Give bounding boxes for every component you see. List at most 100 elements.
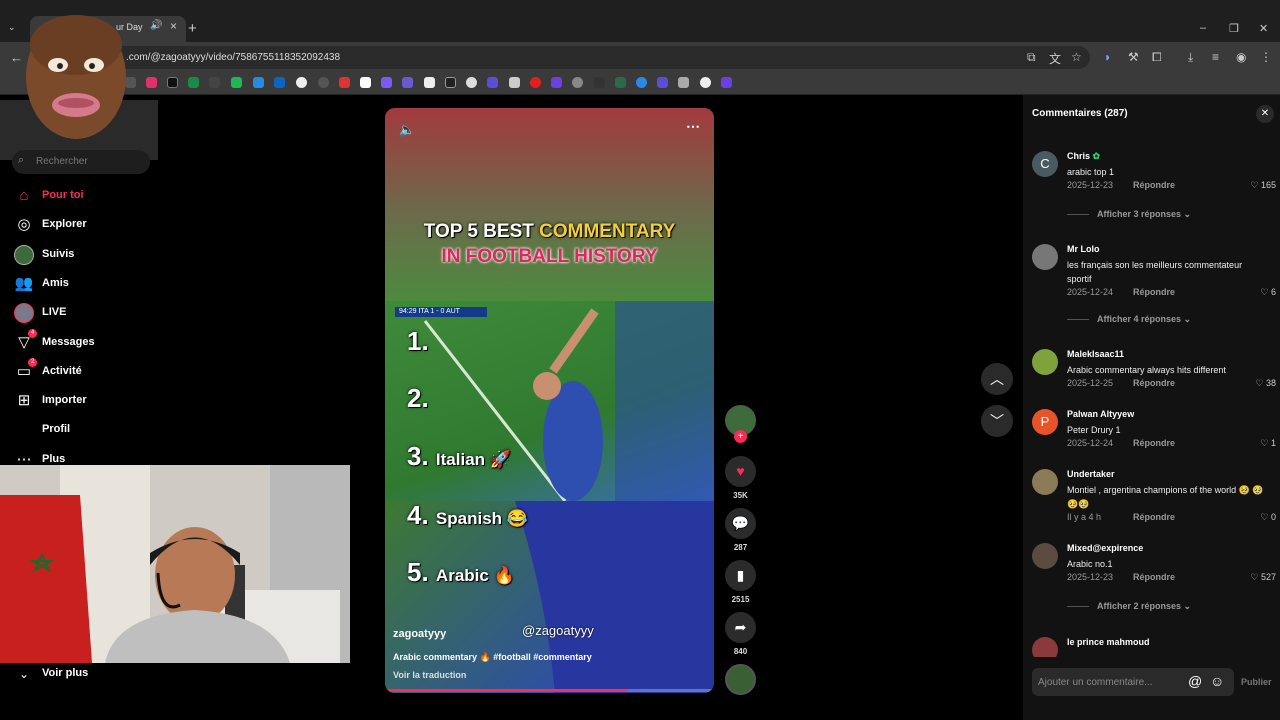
reply-button[interactable]: Répondre [1133, 287, 1175, 297]
extension-icon[interactable]: ⚒ [1128, 50, 1139, 64]
address-bar[interactable]: .com/@zagoatyyy/video/758675511835209243… [110, 46, 1090, 69]
sidebar-item-label: Explorer [42, 218, 87, 230]
tab-close-icon[interactable]: × [170, 19, 177, 33]
like-button[interactable]: ♥ 35K [725, 456, 756, 500]
follow-plus-icon[interactable]: + [734, 430, 747, 443]
reply-button[interactable]: Répondre [1133, 378, 1175, 388]
comment-like-button[interactable]: ♡ 1 [1260, 438, 1276, 449]
bookmark-icon[interactable] [509, 77, 520, 88]
emoji-icon[interactable]: ☺ [1210, 673, 1224, 689]
extension-icon[interactable]: ◗ [1104, 50, 1111, 64]
bookmark-icon[interactable] [231, 77, 242, 88]
bookmark-icon[interactable] [167, 77, 178, 88]
comment-like-button[interactable]: ♡ 527 [1250, 572, 1276, 583]
video-caption: Arabic commentary 🔥 #football #commentar… [393, 652, 592, 662]
bookmark-icon[interactable] [551, 77, 562, 88]
minimize-button[interactable]: – [1200, 22, 1206, 34]
comment-like-button[interactable]: ♡ 0 [1260, 512, 1276, 523]
search-input[interactable]: ⌕ Rechercher [12, 150, 150, 174]
profile-avatar-icon[interactable]: ◉ [1236, 50, 1246, 64]
comment-button[interactable]: 💬 287 [725, 508, 756, 552]
extensions-puzzle-icon[interactable]: ⧠ [1152, 50, 1162, 65]
search-icon: ⌕ [18, 154, 25, 166]
see-translation-link[interactable]: Voir la traduction [393, 670, 466, 680]
avatar[interactable] [1032, 543, 1058, 569]
close-icon[interactable]: ✕ [1256, 105, 1274, 123]
bookmark-icon[interactable] [424, 77, 435, 88]
bookmark-icon[interactable] [594, 77, 605, 88]
show-replies-button[interactable]: Afficher 2 réponses ⌄ [1067, 601, 1191, 612]
comment-input[interactable]: Ajouter un commentaire... @ ☺ [1032, 668, 1234, 696]
previous-video-button[interactable]: ︿ [981, 363, 1013, 395]
bookmark-icon[interactable] [188, 77, 199, 88]
mention-icon[interactable]: @ [1188, 673, 1202, 689]
close-window-button[interactable]: ✕ [1259, 22, 1268, 35]
reply-button[interactable]: Répondre [1133, 512, 1175, 522]
rank-item: 4. Spanish 😂 [407, 500, 528, 531]
bookmark-icon[interactable] [209, 77, 220, 88]
bookmark-icon[interactable] [678, 77, 689, 88]
bookmark-icon[interactable] [615, 77, 626, 88]
bookmark-icon[interactable] [296, 77, 307, 88]
bookmark-icon[interactable] [466, 77, 477, 88]
compass-icon: ◎ [17, 216, 31, 233]
show-replies-button[interactable]: Afficher 3 réponses ⌄ [1067, 209, 1191, 220]
translate-icon[interactable]: 文 [1049, 50, 1061, 67]
bookmark-icon[interactable] [700, 77, 711, 88]
comment-username[interactable]: le prince mahmoud [1067, 637, 1150, 647]
post-comment-button[interactable]: Publier [1241, 677, 1272, 687]
new-tab-button[interactable]: + [188, 20, 197, 37]
video-player[interactable]: 🔈 ⋯ TOP 5 BEST COMMENTARY IN FOOTBALL HI… [385, 108, 714, 693]
download-icon[interactable]: ⤓ [1188, 50, 1193, 65]
bookmark-icon[interactable] [339, 77, 350, 88]
bookmark-icon[interactable] [381, 77, 392, 88]
bookmark-icon[interactable] [636, 77, 647, 88]
avatar[interactable] [1032, 349, 1058, 375]
bookmark-icon[interactable] [402, 77, 413, 88]
next-video-button[interactable]: ﹀ [981, 405, 1013, 437]
bookmark-icon[interactable] [657, 77, 668, 88]
avatar[interactable] [1032, 469, 1058, 495]
comment-username[interactable]: Undertaker [1067, 469, 1115, 479]
browser-menu-icon[interactable]: ⋮ [1260, 50, 1272, 64]
comment-username[interactable]: Mixed@expirence [1067, 543, 1143, 553]
media-controls-icon[interactable]: ≡ [1212, 50, 1219, 64]
comment-username[interactable]: Mr Lolo [1067, 244, 1100, 254]
video-progress-bar[interactable] [385, 689, 714, 692]
more-options-icon[interactable]: ⋯ [686, 118, 700, 135]
show-replies-button[interactable]: Afficher 4 réponses ⌄ [1067, 314, 1191, 325]
sidebar-item-label: Importer [42, 394, 87, 406]
restore-button[interactable]: ❐ [1229, 22, 1239, 35]
speaker-icon[interactable]: 🔈 [399, 122, 415, 138]
comment-username[interactable]: MalekIsaac11 [1067, 349, 1124, 359]
reply-button[interactable]: Répondre [1133, 180, 1175, 190]
bookmark-icon[interactable] [360, 77, 371, 88]
bookmark-icon[interactable] [487, 77, 498, 88]
heart-icon: ♥ [725, 456, 756, 487]
save-button[interactable]: ▮ 2515 [725, 560, 756, 604]
install-app-icon[interactable]: ⧉ [1027, 50, 1036, 65]
comment-like-button[interactable]: ♡ 165 [1250, 180, 1276, 191]
comment-username[interactable]: Chris ✿ [1067, 151, 1100, 162]
music-disc-icon[interactable] [725, 664, 756, 695]
comment-like-button[interactable]: ♡ 38 [1255, 378, 1276, 389]
reply-button[interactable]: Répondre [1133, 438, 1175, 448]
share-button[interactable]: ➦ 840 [725, 612, 756, 656]
avatar[interactable]: P [1032, 409, 1058, 435]
bookmark-icon[interactable] [530, 77, 541, 88]
sidebar-item-label: Activité [42, 365, 82, 377]
bookmark-icon[interactable] [274, 77, 285, 88]
video-author[interactable]: zagoatyyy [393, 628, 446, 640]
avatar[interactable] [1032, 637, 1058, 657]
bookmark-icon[interactable] [318, 77, 329, 88]
bookmark-icon[interactable] [253, 77, 264, 88]
bookmark-icon[interactable] [572, 77, 583, 88]
reply-button[interactable]: Répondre [1133, 572, 1175, 582]
avatar[interactable]: C [1032, 151, 1058, 177]
comment-username[interactable]: Palwan Altyyew [1067, 409, 1134, 419]
bookmark-icon[interactable] [445, 77, 456, 88]
comment-like-button[interactable]: ♡ 6 [1260, 287, 1276, 298]
bookmark-star-icon[interactable]: ☆ [1071, 50, 1082, 64]
avatar[interactable] [1032, 244, 1058, 270]
bookmark-icon[interactable] [721, 77, 732, 88]
